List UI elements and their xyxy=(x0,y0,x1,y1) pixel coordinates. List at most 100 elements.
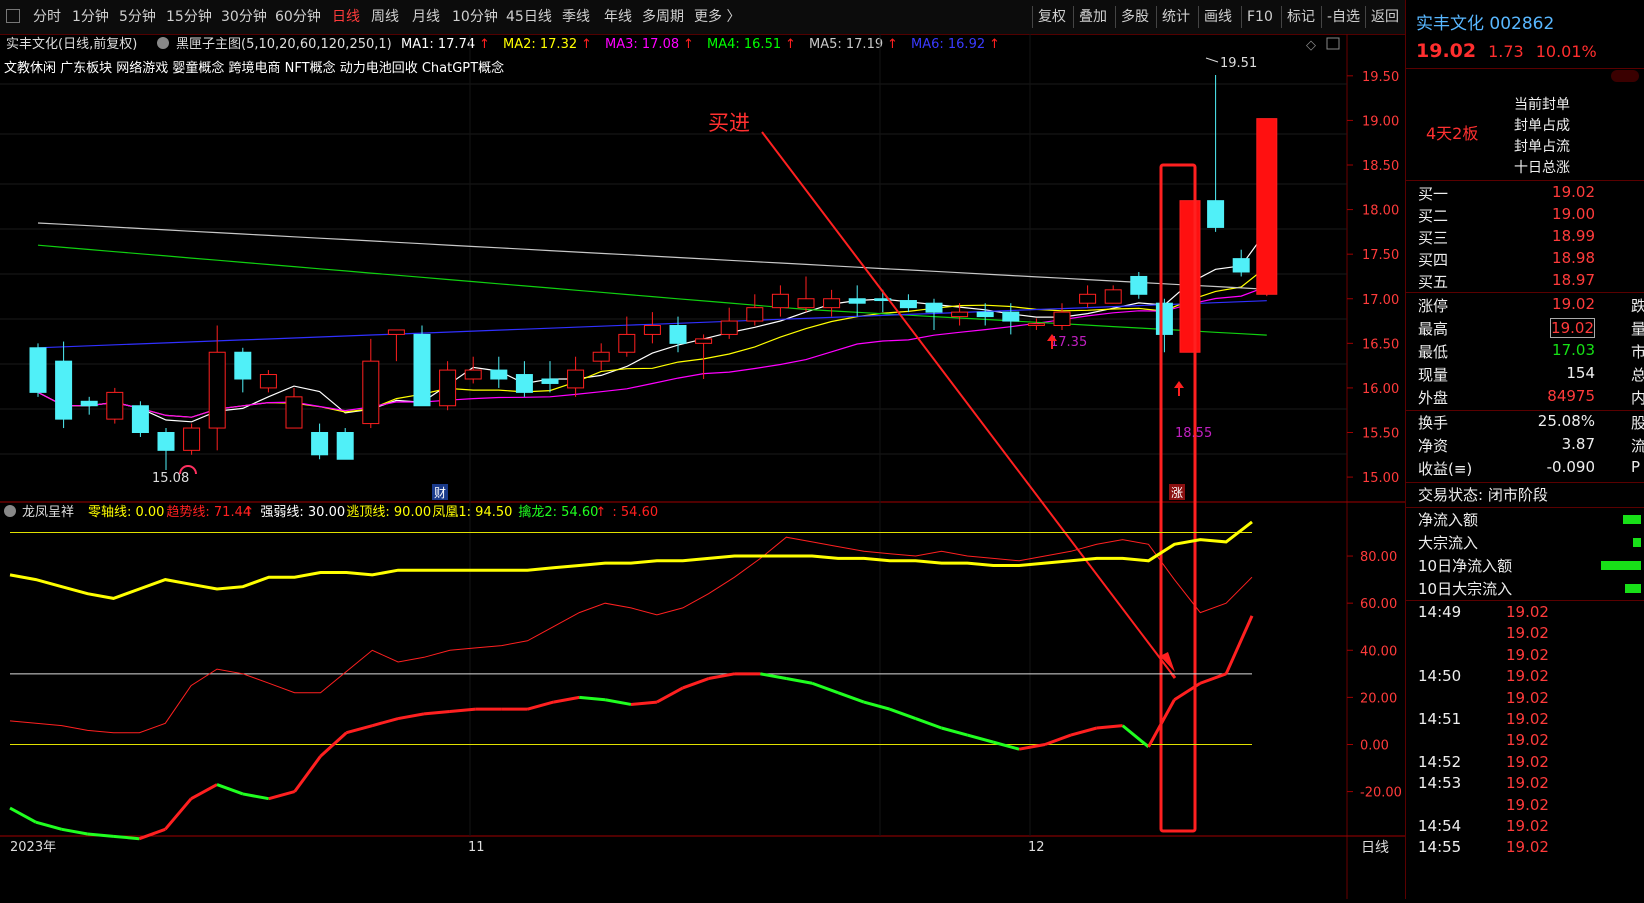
toolbar-separator-1 xyxy=(1073,6,1074,28)
kline-chart-svg[interactable]: 实丰文化(日线,前复权) 黑匣子主图(5,10,20,60,120,250,1)… xyxy=(0,33,1405,899)
indicator-legend-5: 擒龙2: 54.60 xyxy=(518,504,598,520)
stat2-label: 收益(≡) xyxy=(1418,460,1473,478)
concept-tags: 文教休闲 广东板块 网络游戏 婴童概念 跨境电商 NFT概念 动力电池回收 Ch… xyxy=(4,60,504,76)
period-tab-3[interactable]: 15分钟 xyxy=(166,0,212,34)
collapse-button[interactable] xyxy=(1611,70,1639,82)
toolbar-button-6[interactable]: 标记 xyxy=(1287,0,1315,34)
candle-body-0 xyxy=(29,347,47,393)
tick-price: 19.02 xyxy=(1506,667,1549,686)
window-toggle-icon[interactable] xyxy=(1326,37,1340,50)
candle-body-3 xyxy=(106,391,124,420)
stat-tail: 总 xyxy=(1631,366,1644,384)
seal-line-1: 封单占成 xyxy=(1514,118,1570,134)
period-tab-11[interactable]: 季线 xyxy=(562,0,590,34)
diamond-icon[interactable]: ◇ xyxy=(1306,38,1316,53)
candle-body-29 xyxy=(771,293,789,309)
stat-tail: 市 xyxy=(1631,343,1644,361)
date-label-11: 11 xyxy=(468,840,485,855)
dragon-line-seg-43 xyxy=(1096,724,1123,730)
toolbar-separator-7 xyxy=(1321,6,1322,28)
dragon-line-seg-27 xyxy=(682,677,710,690)
bid-price: 18.97 xyxy=(1552,271,1595,289)
candle-body-27 xyxy=(720,320,738,335)
tick-row-0: 14:49 19.02 xyxy=(1406,603,1644,624)
ma-legend-arrow-3: ↑ xyxy=(683,37,694,52)
buy-arrow-line-1 xyxy=(761,131,1173,675)
period-tab-4[interactable]: 30分钟 xyxy=(221,0,267,34)
indicator-lines xyxy=(9,520,1254,841)
buy-arrow-line-2 xyxy=(1170,673,1177,679)
period-tab-13[interactable]: 多周期 xyxy=(642,0,684,34)
stat-value: 154 xyxy=(1566,364,1595,382)
toolbar-button-7[interactable]: -自选 xyxy=(1327,0,1360,34)
toolbar-button-1[interactable]: 叠加 xyxy=(1079,0,1107,34)
price-axis-label-2: 18.50 xyxy=(1362,159,1399,174)
ma-legend: MA1: 17.74 ↑ MA2: 17.32 ↑ MA3: 17.08 ↑ MA4: 16… xyxy=(401,37,1000,52)
period-tab-5[interactable]: 60分钟 xyxy=(275,0,321,34)
period-tab-10[interactable]: 45日线 xyxy=(506,0,552,34)
chart-area[interactable]: 实丰文化(日线,前复权) 黑匣子主图(5,10,20,60,120,250,1)… xyxy=(0,33,1405,899)
toolbar-button-3[interactable]: 统计 xyxy=(1162,0,1190,34)
ma-legend-3: MA3: 17.08 xyxy=(605,37,679,52)
toolbar-button-0[interactable]: 复权 xyxy=(1038,0,1066,34)
stat-value: 84975 xyxy=(1547,387,1595,405)
period-tab-1[interactable]: 1分钟 xyxy=(72,0,109,34)
toolbar-button-2[interactable]: 多股 xyxy=(1121,0,1149,34)
period-tab-12[interactable]: 年线 xyxy=(604,0,632,34)
indicator-legend: 零轴线: 0.00 趋势线: 71.44↑ 强弱线: 30.00 逃顶线: 90.00… xyxy=(88,504,658,520)
tick-row-10: 14:54 19.02 xyxy=(1406,817,1644,838)
stock-change: 1.73 xyxy=(1488,42,1524,61)
price-axis-label-0: 19.50 xyxy=(1362,70,1399,85)
stat-label: 现量 xyxy=(1418,366,1449,384)
dragon-line-seg-11 xyxy=(268,790,296,801)
toolbar-button-8[interactable]: 返回 xyxy=(1371,0,1399,34)
boards-label: 4天2板 xyxy=(1426,124,1479,143)
divider-4 xyxy=(1406,482,1644,483)
candle-body-4 xyxy=(131,405,149,433)
divider-1 xyxy=(1406,180,1644,181)
price-axis-label-8: 15.50 xyxy=(1362,427,1399,442)
toolbar-button-5[interactable]: F10 xyxy=(1247,0,1273,34)
indicator-pane-settings-icon[interactable] xyxy=(4,505,16,517)
candle-body-24 xyxy=(643,325,661,335)
indicator-axis: 80.00 60.00 40.00 20.00 0.00 -20.00 xyxy=(1347,550,1402,801)
stock-price: 19.02 xyxy=(1416,40,1477,62)
toolbar-separator-3 xyxy=(1156,6,1157,28)
candle-body-20 xyxy=(541,378,559,384)
tick-price: 19.02 xyxy=(1506,817,1549,835)
divider-5 xyxy=(1406,507,1644,508)
toggle-checkbox[interactable] xyxy=(6,9,20,23)
trade-status: 交易状态: 闭市阶段 xyxy=(1418,486,1548,504)
tick-row-9: 19.02 xyxy=(1406,796,1644,817)
period-tab-2[interactable]: 5分钟 xyxy=(119,0,156,34)
toolbar-button-4[interactable]: 画线 xyxy=(1204,0,1232,34)
dragon-line-seg-42 xyxy=(1070,726,1098,737)
candle-body-5 xyxy=(157,432,175,451)
dragon-line-seg-48 xyxy=(1224,615,1254,675)
tick-time: 14:52 xyxy=(1418,752,1462,771)
tick-row-2: 19.02 xyxy=(1406,646,1644,667)
flow-label-2: 10日净流入额 xyxy=(1418,557,1513,575)
dragon-line-seg-44 xyxy=(1121,724,1150,749)
candle-body-19 xyxy=(515,374,533,393)
dragon-line-seg-3 xyxy=(61,827,88,836)
period-tab-8[interactable]: 月线 xyxy=(412,0,440,34)
period-tab-14[interactable]: 更多 〉 xyxy=(694,0,740,34)
dragon-line-seg-17 xyxy=(423,710,451,716)
candle-body-21 xyxy=(567,369,585,389)
tick-price: 19.02 xyxy=(1506,731,1549,750)
ma-legend-1: MA1: 17.74 xyxy=(401,37,475,52)
period-tab-9[interactable]: 10分钟 xyxy=(452,0,498,34)
period-tab-0[interactable]: 分时 xyxy=(33,0,61,34)
candle-body-1 xyxy=(55,360,73,420)
stat2-row-0: 换手 25.08% 股 xyxy=(1406,412,1644,435)
candle-body-39 xyxy=(1027,323,1045,327)
candle-body-28 xyxy=(746,307,764,322)
dragon-line-seg-15 xyxy=(371,717,399,728)
bid-price: 18.99 xyxy=(1552,227,1595,245)
period-tab-7[interactable]: 周线 xyxy=(371,0,399,34)
indicator-settings-icon[interactable] xyxy=(157,37,169,49)
tick-row-6: 19.02 xyxy=(1406,731,1644,752)
period-tab-6[interactable]: 日线 xyxy=(332,0,360,34)
stock-name: 实丰文化 xyxy=(1416,14,1484,34)
